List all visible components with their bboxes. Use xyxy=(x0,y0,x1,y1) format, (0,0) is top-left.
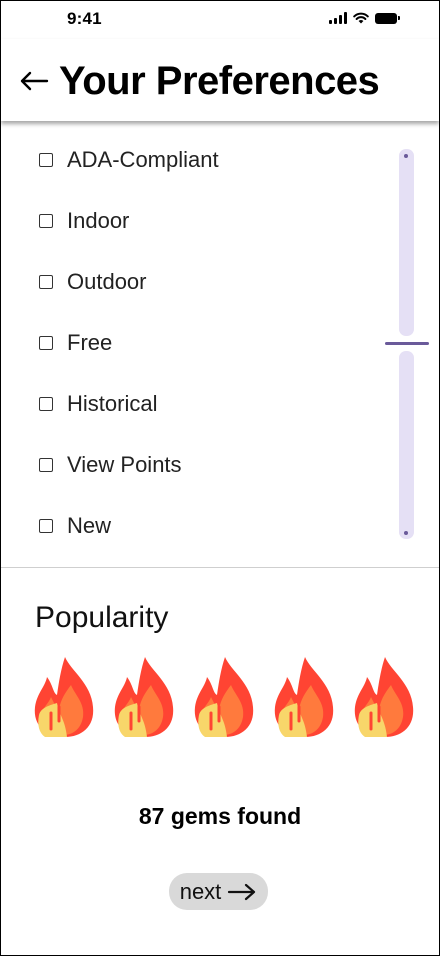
wifi-icon xyxy=(353,12,369,24)
filter-label: Free xyxy=(67,330,113,355)
filter-item-outdoor[interactable]: Outdoor xyxy=(39,267,147,297)
filter-label: View Points xyxy=(67,452,182,477)
cellular-signal-icon xyxy=(329,12,347,24)
popularity-title: Popularity xyxy=(35,601,169,634)
scroll-track-start-dot xyxy=(404,154,408,158)
scroll-handle[interactable] xyxy=(385,342,429,345)
filter-item-ada-compliant[interactable]: ADA-Compliant xyxy=(39,145,219,175)
fire-icon[interactable] xyxy=(111,655,177,739)
status-bar: 9:41 xyxy=(1,1,439,39)
checkbox[interactable] xyxy=(39,336,53,350)
popularity-rating[interactable] xyxy=(31,655,417,739)
next-button-label: next xyxy=(179,878,222,904)
checkbox[interactable] xyxy=(39,275,53,289)
filter-item-free[interactable]: Free xyxy=(39,328,112,358)
results-count: 87 gems found xyxy=(138,803,302,829)
checkbox[interactable] xyxy=(39,214,53,228)
filter-item-indoor[interactable]: Indoor xyxy=(39,206,129,236)
filter-label: Outdoor xyxy=(67,269,147,294)
scroll-track-end-dot xyxy=(404,531,408,535)
scrollbar[interactable] xyxy=(385,149,429,539)
battery-icon xyxy=(375,12,400,24)
scroll-track-upper[interactable] xyxy=(399,149,414,336)
status-time: 9:41 xyxy=(67,9,102,28)
filter-item-view-points[interactable]: View Points xyxy=(39,450,182,480)
page-header: Your Preferences xyxy=(1,39,439,121)
arrow-left-icon xyxy=(20,71,49,91)
fire-icon[interactable] xyxy=(191,655,257,739)
filter-item-new[interactable]: New xyxy=(39,511,111,541)
scroll-track-lower[interactable] xyxy=(399,351,414,539)
checkbox[interactable] xyxy=(39,397,53,411)
checkbox[interactable] xyxy=(39,519,53,533)
filter-label: New xyxy=(67,513,112,538)
section-divider xyxy=(1,567,439,568)
filter-label: ADA-Compliant xyxy=(67,147,219,172)
preferences-screen: 9:41 Your Preferences ADA-Compliant Indo… xyxy=(0,0,440,956)
fire-icon[interactable] xyxy=(31,655,97,739)
filter-checklist: ADA-Compliant Indoor Outdoor Free Histor… xyxy=(1,129,439,566)
page-title: Your Preferences xyxy=(59,59,380,103)
checkbox[interactable] xyxy=(39,153,53,167)
fire-icon[interactable] xyxy=(351,655,417,739)
filter-label: Indoor xyxy=(67,208,130,233)
filter-label: Historical xyxy=(67,391,158,416)
filter-item-historical[interactable]: Historical xyxy=(39,389,157,419)
fire-icon[interactable] xyxy=(271,655,337,739)
next-button[interactable]: next xyxy=(169,873,268,910)
back-button[interactable] xyxy=(17,61,51,101)
checkbox[interactable] xyxy=(39,458,53,472)
status-icons xyxy=(329,12,400,24)
arrow-right-icon xyxy=(228,883,256,900)
